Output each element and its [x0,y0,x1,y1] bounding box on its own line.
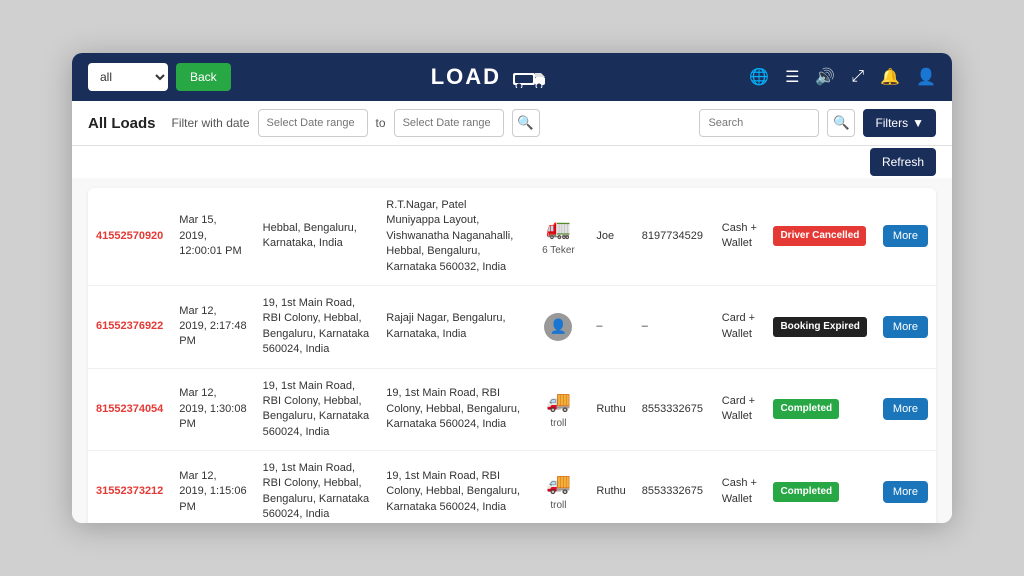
load-id[interactable]: 31552373212 [96,485,163,497]
status-badge: Completed [773,399,839,419]
status-cell: Driver Cancelled [765,188,874,285]
phone-cell: 8553332675 [634,451,714,523]
load-id-cell: 31552373212 [88,451,171,523]
load-date-cell: Mar 12, 2019, 1:30:08 PM [171,368,254,451]
more-button[interactable]: More [883,316,928,338]
date-from-input[interactable] [258,109,368,137]
load-to-cell: R.T.Nagar, Patel Muniyappa Layout, Vishw… [378,188,528,285]
table-row: 81552374054 Mar 12, 2019, 1:30:08 PM 19,… [88,368,936,451]
search-button[interactable]: 🔍 [827,109,855,137]
filters-button[interactable]: Filters ▼ [863,109,936,137]
load-from-cell: 19, 1st Main Road, RBI Colony, Hebbal, B… [255,451,379,523]
load-from-cell: Hebbal, Bengaluru, Karnataka, India [255,188,379,285]
fullscreen-icon[interactable]: ⤢ [851,68,864,86]
load-id[interactable]: 61552376922 [96,320,163,332]
table-row: 31552373212 Mar 12, 2019, 1:15:06 PM 19,… [88,451,936,523]
notification-icon[interactable]: 🔔 [880,67,900,87]
load-from-cell: 19, 1st Main Road, RBI Colony, Hebbal, B… [255,368,379,451]
status-badge: Booking Expired [773,317,866,337]
more-button[interactable]: More [883,481,928,503]
logo-text: LOAD [431,64,549,90]
more-button[interactable]: More [883,398,928,420]
logo-truck-icon [513,68,549,88]
phone-cell: – [634,285,714,368]
globe-icon[interactable]: 🌐 [749,67,769,87]
to-label: to [376,116,386,130]
load-id-cell: 81552374054 [88,368,171,451]
load-date-cell: Mar 15, 2019, 12:00:01 PM [171,188,254,285]
driver-cell: Joe [588,188,633,285]
truck-icon: 🚚 [536,470,580,498]
truck-type-label: 6 Teker [542,245,575,256]
load-to-cell: Rajaji Nagar, Bengaluru, Karnataka, Indi… [378,285,528,368]
load-to-cell: 19, 1st Main Road, RBI Colony, Hebbal, B… [378,451,528,523]
driver-cell: Ruthu [588,451,633,523]
main-window: all active inactive Back LOAD 🌐 [72,53,952,523]
status-cell: Completed [765,451,874,523]
action-cell: More [875,285,936,368]
driver-avatar: 👤 [544,313,572,341]
filters-label: Filters [875,116,908,130]
back-button[interactable]: Back [176,63,231,91]
driver-cell: Ruthu [588,368,633,451]
loads-table: 41552570920 Mar 15, 2019, 12:00:01 PM He… [88,188,936,523]
payment-cell: Card + Wallet [714,285,766,368]
truck-cell: 🚚 troll [528,368,588,451]
load-id-cell: 61552376922 [88,285,171,368]
payment-cell: Cash + Wallet [714,451,766,523]
action-cell: More [875,188,936,285]
volume-icon[interactable]: 🔊 [815,67,835,87]
chevron-down-icon: ▼ [912,116,924,130]
load-to-cell: 19, 1st Main Road, RBI Colony, Hebbal, B… [378,368,528,451]
status-badge: Completed [773,482,839,502]
payment-cell: Cash + Wallet [714,188,766,285]
header-left: all active inactive Back [88,63,231,91]
action-cell: More [875,451,936,523]
filter-label: Filter with date [172,116,250,130]
truck-cell: 🚛 6 Teker [528,188,588,285]
table-row: 41552570920 Mar 15, 2019, 12:00:01 PM He… [88,188,936,285]
refresh-row: Refresh [72,146,952,178]
phone-cell: 8553332675 [634,368,714,451]
refresh-button[interactable]: Refresh [870,148,936,176]
load-from-cell: 19, 1st Main Road, RBI Colony, Hebbal, B… [255,285,379,368]
header-icons: 🌐 ☰ 🔊 ⤢ 🔔 👤 [749,67,936,87]
action-cell: More [875,368,936,451]
header: all active inactive Back LOAD 🌐 [72,53,952,101]
table-area: 41552570920 Mar 15, 2019, 12:00:01 PM He… [72,178,952,523]
phone-cell: 8197734529 [634,188,714,285]
load-date-cell: Mar 12, 2019, 1:15:06 PM [171,451,254,523]
load-date-cell: Mar 12, 2019, 2:17:48 PM [171,285,254,368]
user-icon[interactable]: 👤 [916,67,936,87]
truck-icon: 🚛 [536,215,580,243]
truck-cell: 🚚 troll [528,451,588,523]
menu-icon[interactable]: ☰ [785,67,799,87]
status-cell: Booking Expired [765,285,874,368]
load-id-cell: 41552570920 [88,188,171,285]
more-button[interactable]: More [883,225,928,247]
filter-select[interactable]: all active inactive [88,63,168,91]
toolbar: All Loads Filter with date to 🔍 🔍 Filter… [72,101,952,146]
status-cell: Completed [765,368,874,451]
table-row: 61552376922 Mar 12, 2019, 2:17:48 PM 19,… [88,285,936,368]
truck-cell: 👤 [528,285,588,368]
date-search-button[interactable]: 🔍 [512,109,540,137]
truck-type-label: troll [550,500,566,511]
page-title: All Loads [88,115,156,132]
date-to-input[interactable] [394,109,504,137]
load-id[interactable]: 41552570920 [96,230,163,242]
truck-type-label: troll [550,418,566,429]
payment-cell: Card + Wallet [714,368,766,451]
truck-icon: 🚚 [536,388,580,416]
status-badge: Driver Cancelled [773,226,866,246]
driver-cell: – [588,285,633,368]
search-input[interactable] [699,109,819,137]
logo: LOAD [431,64,549,90]
load-id[interactable]: 81552374054 [96,403,163,415]
